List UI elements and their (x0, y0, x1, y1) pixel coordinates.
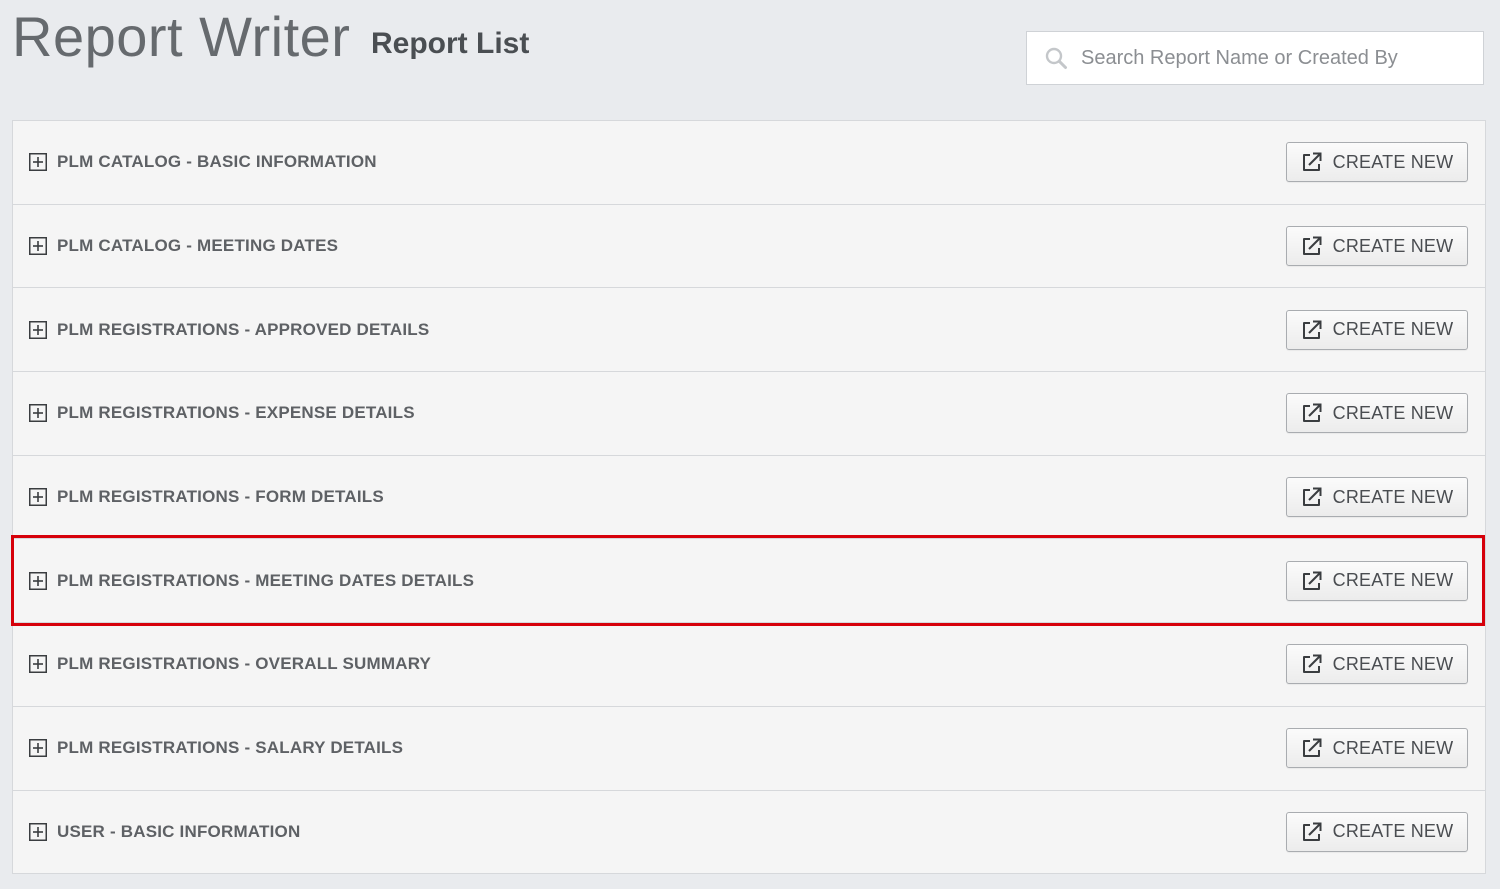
plus-square-icon[interactable] (29, 739, 47, 758)
plus-square-icon[interactable] (29, 655, 47, 674)
create-new-button[interactable]: CREATE NEW (1286, 728, 1468, 769)
external-link-icon (1301, 821, 1323, 843)
create-new-label: CREATE NEW (1332, 235, 1454, 256)
create-new-button[interactable]: CREATE NEW (1286, 226, 1468, 267)
search-box[interactable] (1026, 31, 1484, 85)
create-new-label: CREATE NEW (1332, 402, 1454, 423)
report-name[interactable]: PLM REGISTRATIONS - MEETING DATES DETAIL… (57, 571, 1485, 591)
create-new-label: CREATE NEW (1332, 151, 1454, 172)
create-new-label: CREATE NEW (1332, 737, 1454, 758)
app-title: Report Writer (12, 5, 351, 68)
external-link-icon (1301, 402, 1323, 424)
plus-square-icon[interactable] (29, 822, 47, 841)
report-name[interactable]: USER - BASIC INFORMATION (57, 822, 1485, 842)
plus-square-icon[interactable] (29, 320, 47, 339)
report-name[interactable]: PLM CATALOG - MEETING DATES (57, 236, 1485, 256)
external-link-icon (1301, 653, 1323, 675)
report-name[interactable]: PLM REGISTRATIONS - APPROVED DETAILS (57, 320, 1485, 340)
plus-square-icon[interactable] (29, 237, 47, 256)
report-row: PLM REGISTRATIONS - OVERALL SUMMARY CREA… (13, 623, 1485, 707)
report-row-highlighted: PLM REGISTRATIONS - MEETING DATES DETAIL… (13, 539, 1485, 624)
report-row: PLM REGISTRATIONS - EXPENSE DETAILS CREA… (13, 372, 1485, 456)
search-input[interactable] (1081, 46, 1473, 70)
plus-square-icon[interactable] (29, 404, 47, 423)
create-new-button[interactable]: CREATE NEW (1286, 811, 1468, 852)
create-new-label: CREATE NEW (1332, 319, 1454, 340)
report-name[interactable]: PLM CATALOG - BASIC INFORMATION (57, 152, 1485, 172)
report-name[interactable]: PLM REGISTRATIONS - OVERALL SUMMARY (57, 654, 1485, 674)
create-new-label: CREATE NEW (1332, 570, 1454, 591)
report-name[interactable]: PLM REGISTRATIONS - FORM DETAILS (57, 487, 1485, 507)
report-name[interactable]: PLM REGISTRATIONS - SALARY DETAILS (57, 738, 1485, 758)
external-link-icon (1301, 737, 1323, 759)
create-new-button[interactable]: CREATE NEW (1286, 142, 1468, 183)
create-new-button[interactable]: CREATE NEW (1286, 644, 1468, 685)
create-new-label: CREATE NEW (1332, 486, 1454, 507)
report-row: PLM CATALOG - BASIC INFORMATION CREATE N… (13, 121, 1485, 205)
create-new-label: CREATE NEW (1332, 821, 1454, 842)
plus-square-icon[interactable] (29, 488, 47, 507)
create-new-button[interactable]: CREATE NEW (1286, 560, 1468, 601)
report-row: USER - BASIC INFORMATION CREATE NEW (13, 790, 1485, 875)
report-row: PLM REGISTRATIONS - APPROVED DETAILS CRE… (13, 288, 1485, 373)
create-new-label: CREATE NEW (1332, 653, 1454, 674)
external-link-icon (1301, 486, 1323, 508)
create-new-button[interactable]: CREATE NEW (1286, 309, 1468, 350)
report-list: PLM CATALOG - BASIC INFORMATION CREATE N… (12, 120, 1486, 875)
external-link-icon (1301, 151, 1323, 173)
report-row: PLM REGISTRATIONS - FORM DETAILS CREATE … (13, 455, 1485, 540)
create-new-button[interactable]: CREATE NEW (1286, 393, 1468, 434)
external-link-icon (1301, 570, 1323, 592)
plus-square-icon[interactable] (29, 153, 47, 172)
external-link-icon (1301, 235, 1323, 257)
report-row: PLM REGISTRATIONS - SALARY DETAILS CREAT… (13, 706, 1485, 791)
page-title: Report List (371, 27, 530, 60)
report-row: PLM CATALOG - MEETING DATES CREATE NEW (13, 204, 1485, 289)
create-new-button[interactable]: CREATE NEW (1286, 477, 1468, 518)
report-name[interactable]: PLM REGISTRATIONS - EXPENSE DETAILS (57, 403, 1485, 423)
external-link-icon (1301, 319, 1323, 341)
search-icon (1043, 45, 1069, 71)
plus-square-icon[interactable] (29, 571, 47, 590)
